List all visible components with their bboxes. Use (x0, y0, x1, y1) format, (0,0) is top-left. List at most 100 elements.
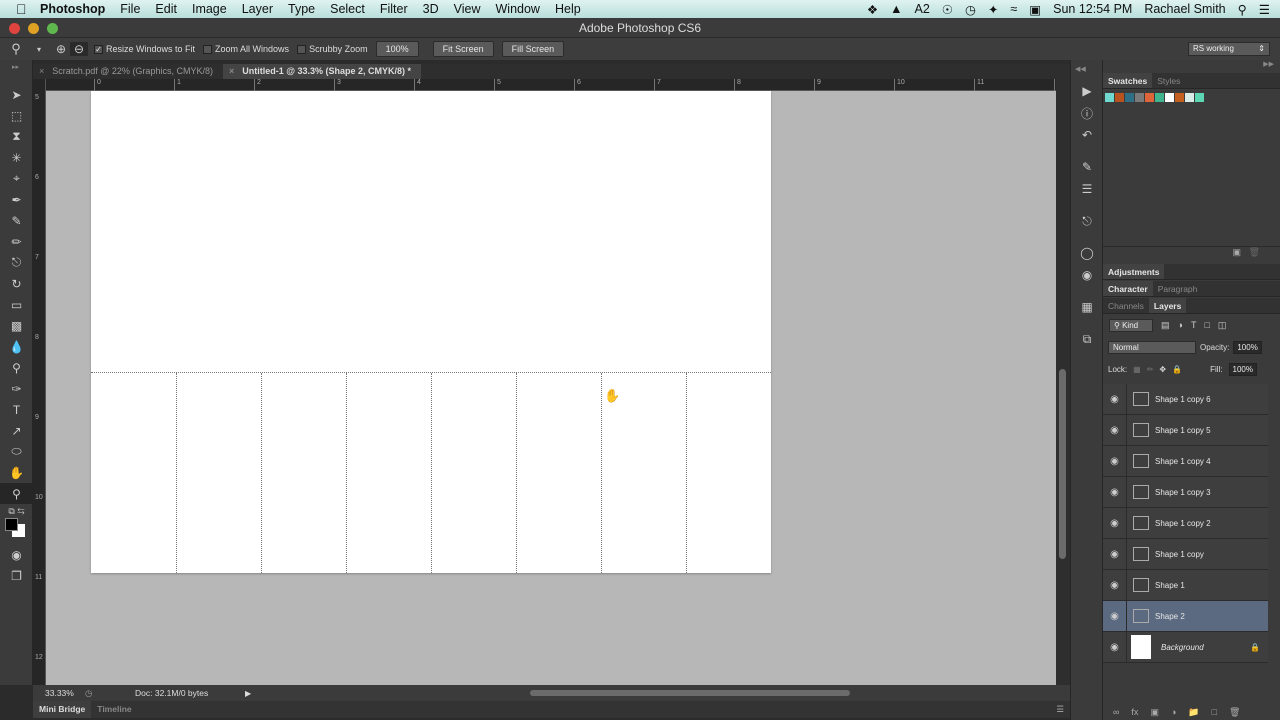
type-tool-icon[interactable]: T (0, 399, 33, 420)
lock-image-icon[interactable]: ✏ (1147, 365, 1154, 374)
path-selection-tool-icon[interactable]: ↗ (0, 420, 33, 441)
zoom-all-windows-checkbox[interactable] (203, 44, 213, 54)
tab-paragraph[interactable]: Paragraph (1153, 281, 1203, 296)
color-swatch[interactable] (1155, 93, 1164, 102)
adobe-icon[interactable]: A2 (915, 2, 930, 16)
color-swatch[interactable] (1145, 93, 1154, 102)
menu-type[interactable]: Type (288, 2, 315, 16)
color-swatch[interactable] (1135, 93, 1144, 102)
screen-mode-icon[interactable]: ❐ (0, 565, 33, 586)
filter-adjustment-icon[interactable]: ◑ (1178, 320, 1183, 330)
clone-stamp-tool-icon[interactable]: ⎋ (0, 252, 33, 273)
menu-filter[interactable]: Filter (380, 2, 408, 16)
layer-name[interactable]: Shape 1 copy (1155, 550, 1204, 559)
menu-view[interactable]: View (454, 2, 481, 16)
fill-screen-button[interactable]: Fill Screen (501, 41, 565, 57)
vertical-ruler[interactable]: 5 6 7 8 9 10 11 12 (33, 79, 46, 685)
minimize-window-button[interactable] (28, 23, 39, 34)
blur-tool-icon[interactable]: 💧 (0, 336, 33, 357)
history-brush-tool-icon[interactable]: ↻ (0, 273, 33, 294)
layer-row[interactable]: ◉ Shape 2 (1103, 600, 1268, 632)
hand-tool-icon[interactable]: ✋ (0, 462, 33, 483)
filter-smart-object-icon[interactable]: ◫ (1218, 320, 1227, 331)
layer-row[interactable]: ◉ Shape 1 copy (1103, 538, 1268, 570)
layer-name[interactable]: Shape 1 copy 2 (1155, 519, 1211, 528)
tab-scratch-pdf[interactable]: × Scratch.pdf @ 22% (Graphics, CMYK/8) (33, 64, 223, 79)
filter-type-icon[interactable]: T (1191, 320, 1197, 330)
chevron-down-icon[interactable]: ▾ (32, 45, 46, 54)
delete-layer-icon[interactable]: 🗑 (1229, 707, 1240, 718)
panel-menu-icon[interactable]: ☰ (1056, 701, 1064, 718)
scrubby-zoom-checkbox[interactable] (297, 44, 307, 54)
menu-help[interactable]: Help (555, 2, 581, 16)
clone-source-icon[interactable]: ⎋ (1071, 210, 1103, 232)
apple-icon[interactable]:  (16, 2, 30, 16)
menu-edit[interactable]: Edit (155, 2, 177, 16)
visibility-eye-icon[interactable]: ◉ (1103, 507, 1127, 539)
close-window-button[interactable] (9, 23, 20, 34)
zoom-tool-preset-icon[interactable]: ⚲ (0, 41, 32, 57)
clock[interactable]: Sun 12:54 PM (1053, 2, 1132, 16)
zoom-window-button[interactable] (47, 23, 58, 34)
dropbox-icon[interactable]: ❖ (867, 2, 878, 17)
horizontal-ruler[interactable]: 012345678910111 (46, 79, 1061, 91)
fit-screen-button[interactable]: Fit Screen (432, 41, 494, 57)
menu-app-photoshop[interactable]: Photoshop (40, 2, 105, 16)
layer-row[interactable]: ◉ Shape 1 copy 6 (1103, 383, 1268, 415)
display-icon[interactable]: ▣ (1029, 2, 1041, 17)
menu-3d[interactable]: 3D (423, 2, 439, 16)
dodge-tool-icon[interactable]: ⚲ (0, 357, 33, 378)
visibility-eye-icon[interactable]: ◉ (1103, 631, 1127, 663)
zoom-tool-icon[interactable]: ⚲ (0, 483, 33, 504)
proof-icon[interactable]: ◷ (85, 688, 135, 699)
layer-filter-kind[interactable]: ⚲ Kind (1109, 318, 1153, 332)
layer-name[interactable]: Background (1161, 643, 1204, 652)
menu-layer[interactable]: Layer (242, 2, 273, 16)
layer-row[interactable]: ◉ Background 🔒 (1103, 631, 1268, 663)
bluetooth-icon[interactable]: ✦ (988, 2, 998, 17)
swap-colors-icon[interactable]: ⧉ ⇆ (0, 504, 33, 518)
brush-presets-icon[interactable]: ✎ (1071, 156, 1103, 178)
tab-adjustments[interactable]: Adjustments (1103, 264, 1165, 279)
document-canvas[interactable]: ✋ (91, 91, 771, 573)
delete-swatch-icon[interactable]: 🗑 (1249, 247, 1260, 257)
layer-row[interactable]: ◉ Shape 1 (1103, 569, 1268, 601)
menu-select[interactable]: Select (330, 2, 365, 16)
collapse-tools-icon[interactable]: ▸▸ (0, 60, 32, 84)
zoom-out-icon[interactable]: ⊖ (70, 42, 88, 56)
new-swatch-icon[interactable]: ▣ (1233, 247, 1242, 257)
tab-mini-bridge[interactable]: Mini Bridge (33, 701, 92, 718)
user-name[interactable]: Rachael Smith (1144, 2, 1225, 16)
color-swatch[interactable] (1165, 93, 1174, 102)
layer-name[interactable]: Shape 1 copy 3 (1155, 488, 1211, 497)
expand-panels-icon[interactable]: ▶▶ (1103, 60, 1280, 73)
layer-row[interactable]: ◉ Shape 1 copy 5 (1103, 414, 1268, 446)
layer-row[interactable]: ◉ Shape 1 copy 4 (1103, 445, 1268, 477)
quick-mask-icon[interactable]: ◉ (0, 544, 33, 565)
history-icon[interactable]: ↶ (1071, 124, 1103, 146)
workspace-selector[interactable]: RS working ⇕ (1188, 42, 1270, 56)
vertical-scroll-thumb[interactable] (1059, 369, 1066, 559)
eyedropper-tool-icon[interactable]: ✒ (0, 189, 33, 210)
color-swatch[interactable] (1185, 93, 1194, 102)
link-layers-icon[interactable]: ∞ (1113, 707, 1119, 718)
tab-character[interactable]: Character (1103, 281, 1153, 296)
blend-mode-select[interactable]: Normal (1108, 340, 1196, 354)
tab-styles[interactable]: Styles (1152, 73, 1185, 88)
collapse-dock-icon[interactable]: ◀◀ (1071, 60, 1102, 80)
wifi-icon[interactable]: ≈ (1010, 2, 1017, 16)
visibility-eye-icon[interactable]: ◉ (1103, 538, 1127, 570)
tab-untitled-1[interactable]: × Untitled-1 @ 33.3% (Shape 2, CMYK/8) * (222, 64, 422, 79)
canvas-area[interactable]: ✋ (46, 91, 1056, 685)
tab-layers[interactable]: Layers (1148, 298, 1187, 313)
brush-icon[interactable]: ☰ (1071, 178, 1103, 200)
color-icon[interactable]: ◉ (1071, 264, 1103, 286)
color-swatch[interactable] (1125, 93, 1134, 102)
new-adjustment-icon[interactable]: ◑ (1171, 707, 1176, 718)
lock-all-icon[interactable]: 🔒 (1172, 365, 1182, 374)
color-swatch[interactable] (1115, 93, 1124, 102)
resize-windows-checkbox[interactable]: ✓ (94, 44, 103, 54)
status-menu-arrow-icon[interactable]: ▶ (245, 689, 251, 698)
color-swatch[interactable] (1105, 93, 1114, 102)
marquee-tool-icon[interactable]: ⬚ (0, 105, 33, 126)
